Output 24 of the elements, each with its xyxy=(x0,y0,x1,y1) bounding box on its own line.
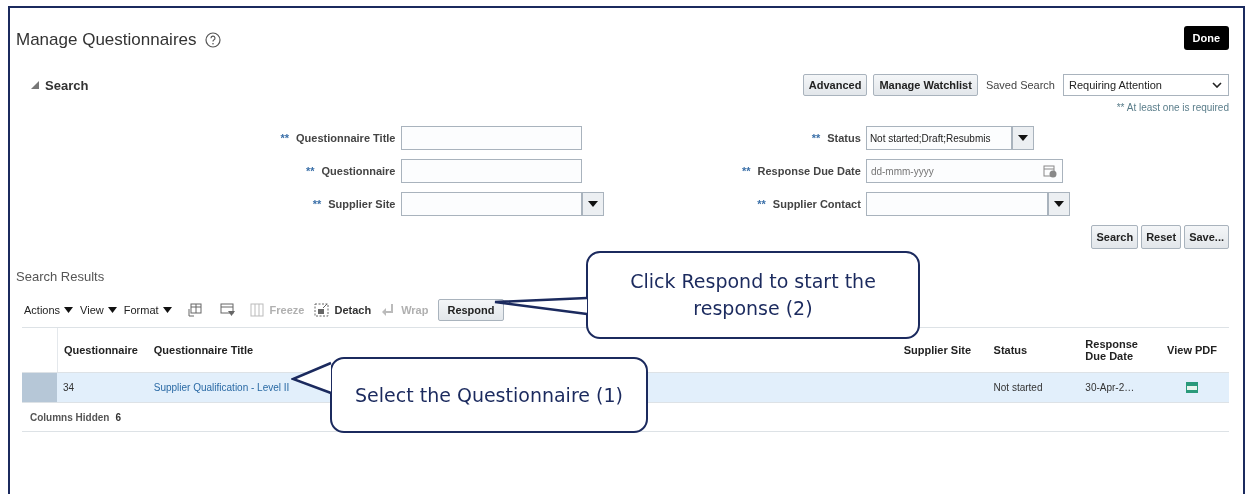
section-title: Search Results xyxy=(16,269,105,284)
required-mark: ** xyxy=(312,198,322,210)
table-cell-text: 30-Apr-2… xyxy=(1084,381,1136,395)
callout-text: Select the Questionnaire (1) xyxy=(355,382,623,408)
required-mark: ** xyxy=(280,132,290,144)
hidden-columns-count: 6 xyxy=(115,411,121,423)
table-cell-text: Not started xyxy=(992,381,1044,395)
field-label: Status xyxy=(827,132,861,144)
field-label: Response Due Date xyxy=(757,165,861,177)
required-mark: ** xyxy=(757,198,766,210)
field-label: Supplier Site xyxy=(328,198,396,210)
field-label: Questionnaire Title xyxy=(296,132,396,144)
table-cell-text: 34 xyxy=(61,381,76,395)
callout-text: Click Respond to start the response (2) xyxy=(629,269,877,321)
field-label: Supplier Contact xyxy=(772,198,861,210)
required-mark: ** xyxy=(305,165,315,177)
field-label: Saved Search xyxy=(985,79,1055,91)
hidden-columns-label: Columns Hidden xyxy=(30,411,110,423)
field-label: Questionnaire xyxy=(321,165,396,177)
section-title: Search xyxy=(45,77,89,93)
required-mark: ** xyxy=(742,165,751,177)
page-title: Manage Questionnaires xyxy=(16,30,197,50)
required-mark: ** xyxy=(811,132,821,144)
required-note: ** At least one is required xyxy=(1115,102,1229,113)
